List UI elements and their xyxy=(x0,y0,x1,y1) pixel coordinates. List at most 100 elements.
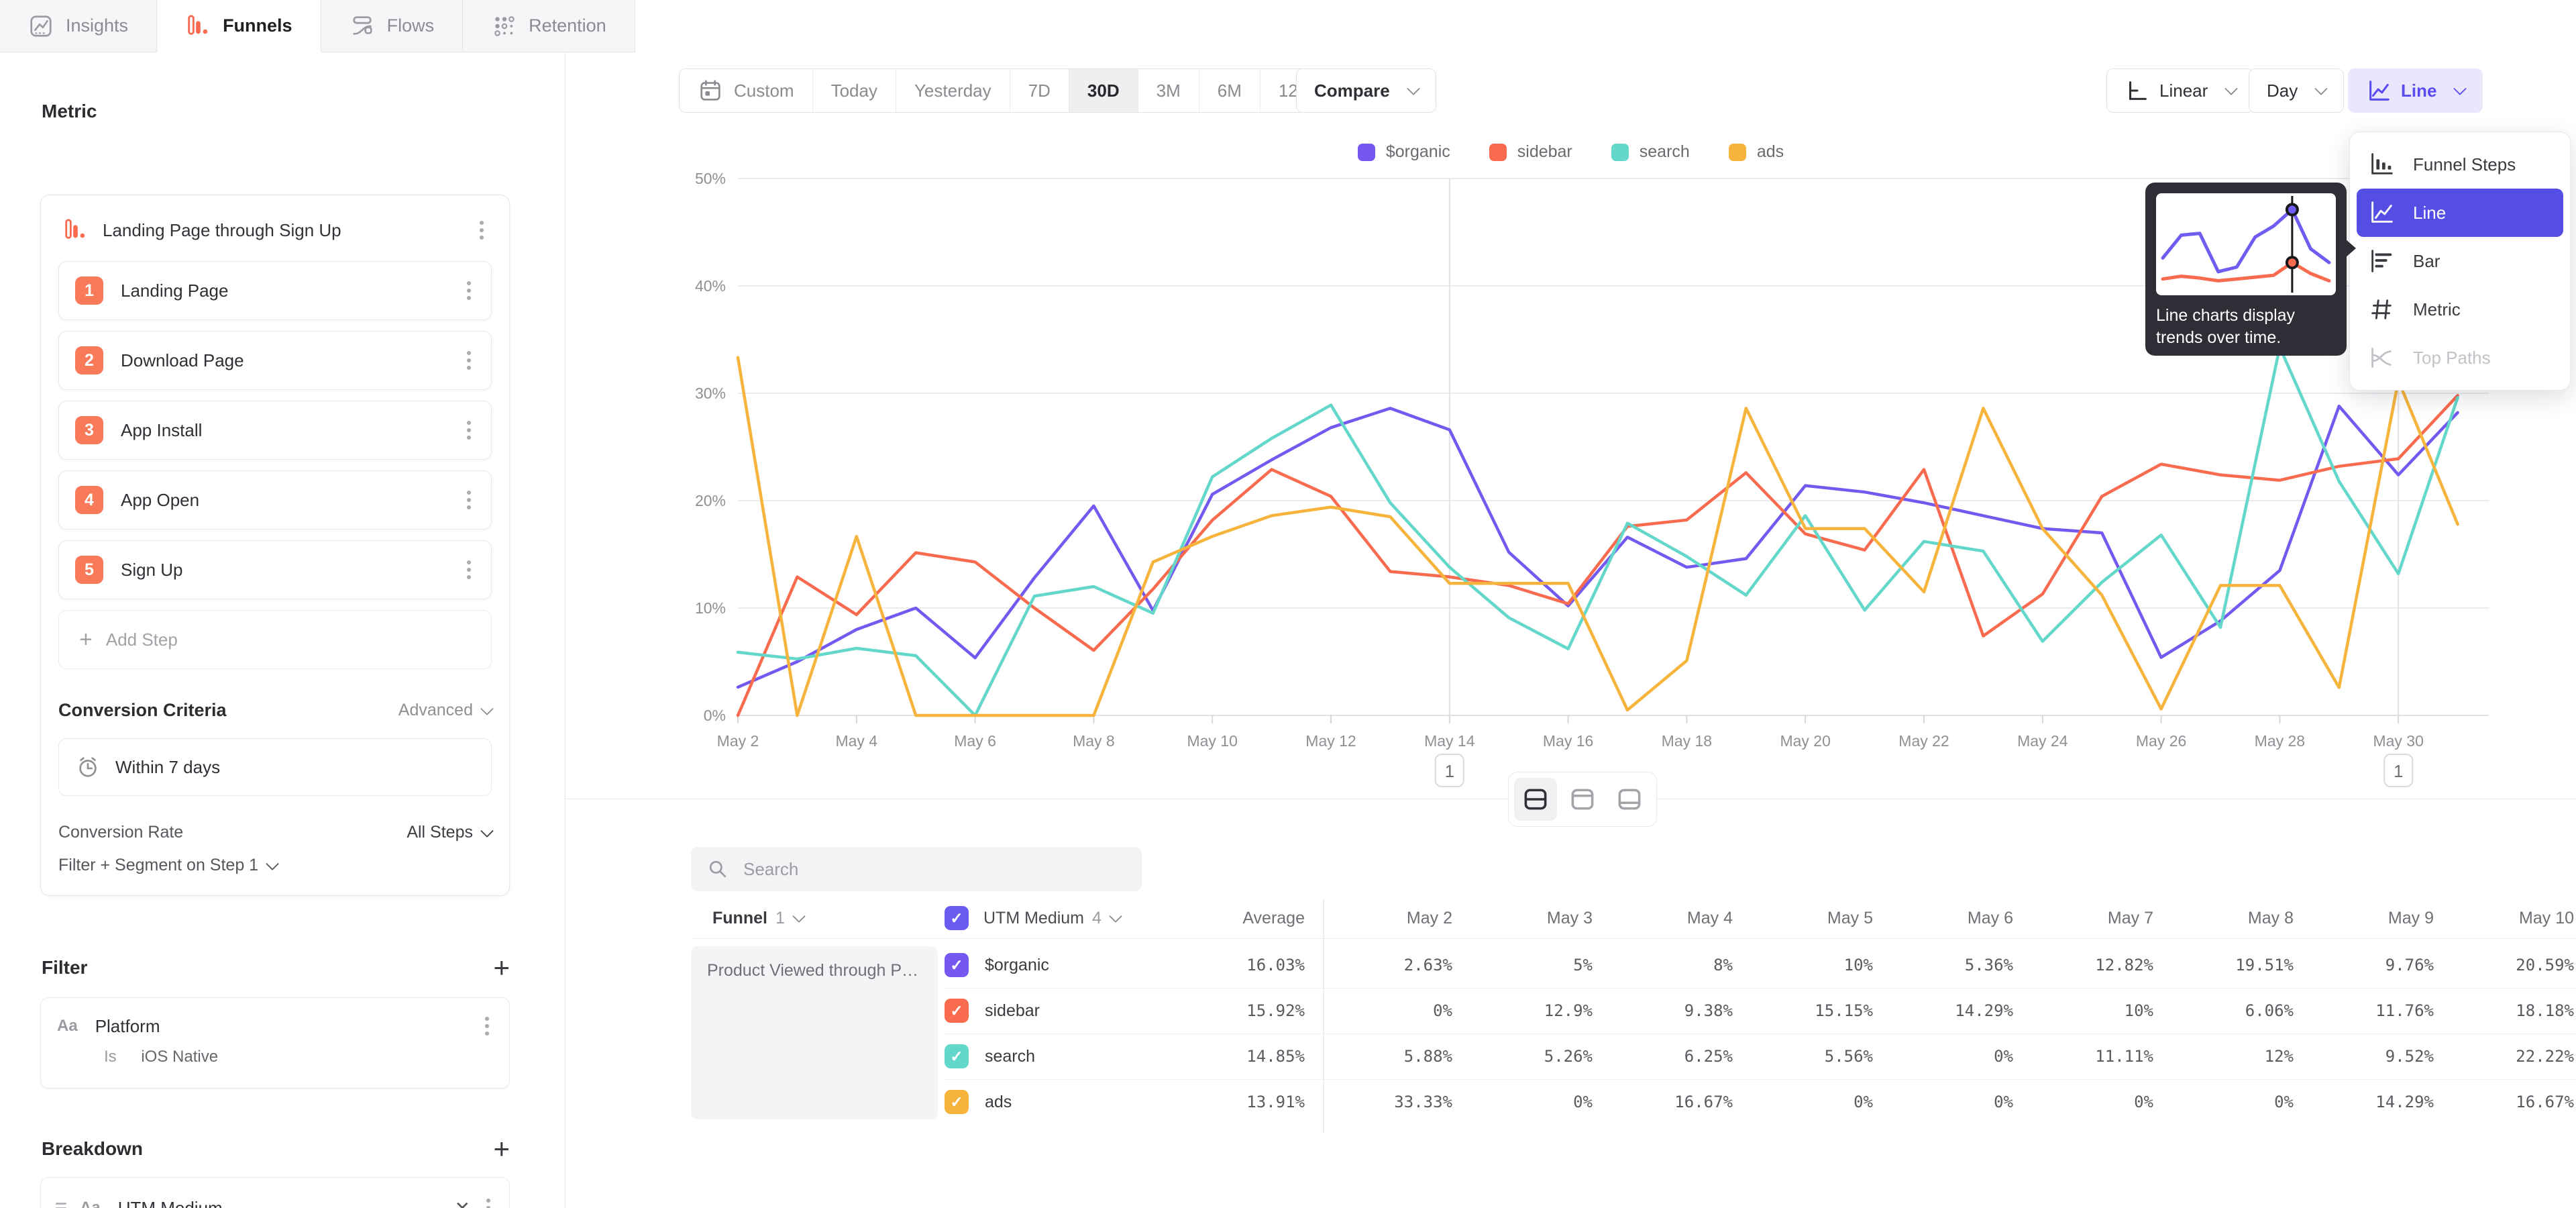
cell-sidebar-may-10: 18.18% xyxy=(2447,988,2574,1034)
funnel-kebab-menu[interactable] xyxy=(476,217,488,244)
range-6m[interactable]: 6M xyxy=(1199,69,1260,112)
column-header-may-10[interactable]: May 10 xyxy=(2447,903,2574,933)
menu-item-bar[interactable]: Bar xyxy=(2350,237,2570,285)
cell-search-may-9: 9.52% xyxy=(2306,1034,2434,1079)
menu-item-top-paths: Top Paths xyxy=(2350,334,2570,382)
funnel-column-header[interactable]: Funnel 1 xyxy=(712,903,804,933)
legend-item-sidebar[interactable]: sidebar xyxy=(1489,142,1572,162)
series-name: sidebar xyxy=(985,1001,1040,1021)
range-label: Custom xyxy=(734,81,794,101)
metric-card: Landing Page through Sign Up 1 Landing P… xyxy=(40,195,510,896)
remove-breakdown-icon[interactable]: ✕ xyxy=(455,1197,470,1208)
search-input[interactable] xyxy=(742,858,1127,880)
cell-ads-may-3: 0% xyxy=(1465,1079,1593,1125)
range-today[interactable]: Today xyxy=(812,69,896,112)
column-header-may-9[interactable]: May 9 xyxy=(2306,903,2434,933)
chevron-down-icon xyxy=(2454,82,2467,95)
svg-text:1: 1 xyxy=(1445,761,1454,781)
funnel-name-cell[interactable]: Product Viewed through P… xyxy=(691,946,938,1119)
svg-text:30%: 30% xyxy=(695,385,726,402)
conversion-criteria-heading: Conversion Criteria xyxy=(58,700,227,721)
funnel-step-4[interactable]: 4 App Open xyxy=(58,470,492,530)
layout-chart-only-button[interactable] xyxy=(1561,778,1604,821)
filter-condition-row[interactable]: Is iOS Native xyxy=(104,1048,509,1066)
range-30d[interactable]: 30D xyxy=(1069,69,1138,112)
add-breakdown-button[interactable]: + xyxy=(493,1139,510,1159)
breakdown-card[interactable]: Aa UTM Medium ✕ xyxy=(40,1177,510,1208)
retention-icon xyxy=(491,13,517,39)
column-header-may-4[interactable]: May 4 xyxy=(1605,903,1733,933)
breakdown-column-header[interactable]: ✓ UTM Medium 4 xyxy=(945,906,1120,930)
menu-item-funnel-steps[interactable]: Funnel Steps xyxy=(2350,140,2570,189)
cell-sidebar-may-3: 12.9% xyxy=(1465,988,1593,1034)
select-all-checkbox[interactable]: ✓ xyxy=(945,906,969,930)
step-kebab-menu[interactable] xyxy=(463,487,475,513)
filter-heading: Filter xyxy=(42,957,87,978)
step-label: App Install xyxy=(121,420,463,441)
filter-kebab-menu[interactable] xyxy=(481,1013,493,1040)
series-checkbox[interactable]: ✓ xyxy=(945,999,969,1023)
range-yesterday[interactable]: Yesterday xyxy=(896,69,1010,112)
svg-text:20%: 20% xyxy=(695,492,726,509)
breakdown-heading-row: Breakdown + xyxy=(42,1138,510,1160)
step-kebab-menu[interactable] xyxy=(463,556,475,583)
range-3m[interactable]: 3M xyxy=(1138,69,1199,112)
table-search[interactable] xyxy=(691,847,1142,891)
range-custom[interactable]: Custom xyxy=(680,69,812,112)
funnel-step-1[interactable]: 1 Landing Page xyxy=(58,261,492,320)
series-checkbox[interactable]: ✓ xyxy=(945,1044,969,1068)
column-header-may-7[interactable]: May 7 xyxy=(2026,903,2153,933)
funnel-steps-list: 1 Landing Page 2 Download Page 3 App Ins… xyxy=(58,261,492,599)
series-checkbox[interactable]: ✓ xyxy=(945,1090,969,1114)
funnel-step-5[interactable]: 5 Sign Up xyxy=(58,540,492,599)
step-kebab-menu[interactable] xyxy=(463,417,475,444)
funnel-header-row[interactable]: Landing Page through Sign Up xyxy=(58,214,492,250)
drag-handle-icon[interactable] xyxy=(56,1203,66,1208)
filter-segment-dropdown[interactable]: Filter + Segment on Step 1 xyxy=(58,856,492,875)
column-header-average[interactable]: Average xyxy=(1177,903,1305,933)
column-header-may-3[interactable]: May 3 xyxy=(1465,903,1593,933)
legend-item-ads[interactable]: ads xyxy=(1729,142,1784,162)
menu-item-line[interactable]: Line xyxy=(2357,189,2563,237)
advanced-dropdown[interactable]: Advanced xyxy=(398,701,492,720)
tab-retention[interactable]: Retention xyxy=(463,0,635,52)
interval-dropdown[interactable]: Day xyxy=(2249,68,2344,113)
cell-organic-may-3: 5% xyxy=(1465,942,1593,988)
layout-table-only-button[interactable] xyxy=(1608,778,1651,821)
string-type-icon: Aa xyxy=(57,1017,78,1036)
funnel-step-2[interactable]: 2 Download Page xyxy=(58,331,492,390)
range-7d[interactable]: 7D xyxy=(1010,69,1069,112)
svg-text:1: 1 xyxy=(2394,761,2403,781)
column-header-may-5[interactable]: May 5 xyxy=(1746,903,1873,933)
legend-item-search[interactable]: search xyxy=(1611,142,1690,162)
column-header-may-2[interactable]: May 2 xyxy=(1325,903,1452,933)
scale-dropdown[interactable]: Linear xyxy=(2106,68,2254,113)
funnel-step-3[interactable]: 3 App Install xyxy=(58,401,492,460)
conversion-rate-dropdown[interactable]: All Steps xyxy=(407,823,492,842)
tooltip-arrow xyxy=(2345,239,2356,258)
tab-flows[interactable]: Flows xyxy=(321,0,464,52)
add-step-button[interactable]: + Add Step xyxy=(58,610,492,669)
column-header-may-6[interactable]: May 6 xyxy=(1886,903,2013,933)
column-header-may-8[interactable]: May 8 xyxy=(2166,903,2294,933)
legend-item-organic[interactable]: $organic xyxy=(1358,142,1450,162)
tab-insights[interactable]: Insights xyxy=(0,0,157,52)
menu-item-metric[interactable]: Metric xyxy=(2350,285,2570,334)
series-row-sidebar: ✓ sidebar xyxy=(945,999,1040,1023)
conversion-window-button[interactable]: Within 7 days xyxy=(58,738,492,796)
tab-funnels[interactable]: Funnels xyxy=(157,0,321,52)
svg-text:May 26: May 26 xyxy=(2136,732,2186,750)
layout-split-view-button[interactable] xyxy=(1514,778,1557,821)
step-kebab-menu[interactable] xyxy=(463,277,475,304)
funnel-title: Landing Page through Sign Up xyxy=(103,220,461,241)
series-checkbox[interactable]: ✓ xyxy=(945,953,969,977)
breakdown-kebab-menu[interactable] xyxy=(482,1195,494,1208)
compare-button[interactable]: Compare xyxy=(1296,68,1436,113)
step-kebab-menu[interactable] xyxy=(463,347,475,374)
line-chart-icon xyxy=(2367,199,2396,227)
menu-item-label: Bar xyxy=(2413,251,2440,272)
step-number-badge: 5 xyxy=(75,556,103,584)
chart-type-dropdown[interactable]: Line xyxy=(2348,68,2483,113)
add-filter-button[interactable]: + xyxy=(493,958,510,978)
filter-property-row[interactable]: Aa Platform xyxy=(41,998,509,1040)
